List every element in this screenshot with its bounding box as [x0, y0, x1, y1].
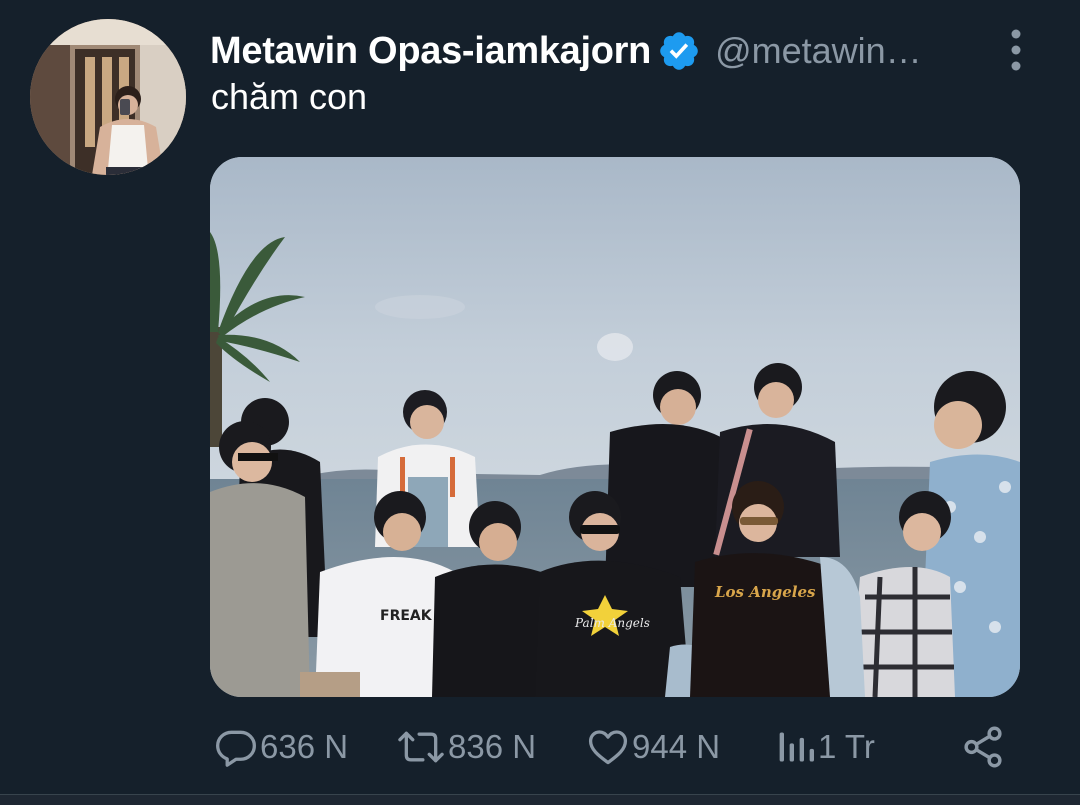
user-handle[interactable]: @metawin…: [715, 30, 922, 72]
reply-icon: [216, 730, 256, 767]
freak-print: FREAK: [380, 608, 433, 624]
share-button[interactable]: [960, 722, 1006, 772]
verified-badge-icon: [660, 32, 698, 70]
like-count: 944 N: [632, 728, 721, 765]
tweet[interactable]: Metawin Opas-iamkajorn @metawin… chăm co…: [0, 0, 1080, 805]
views-button[interactable]: 1 Tr: [776, 722, 875, 772]
retweet-count: 836 N: [448, 728, 537, 765]
tweet-media[interactable]: FREAK Palm Angels Los Angeles: [210, 157, 1020, 697]
heart-icon: [588, 730, 628, 765]
palm-angels-print: Palm Angels: [574, 616, 650, 630]
more-vertical-icon[interactable]: [1004, 28, 1028, 72]
tweet-text: chăm con: [211, 76, 368, 117]
retweet-icon: [398, 731, 444, 763]
divider: [0, 794, 1080, 805]
profile-photo: [30, 19, 186, 175]
share-icon: [964, 726, 1002, 768]
reply-button[interactable]: 636 N: [214, 722, 348, 772]
tweet-header: Metawin Opas-iamkajorn @metawin…: [210, 26, 1040, 76]
avatar[interactable]: [30, 19, 186, 175]
views-chart-icon: [779, 732, 814, 762]
display-name[interactable]: Metawin Opas-iamkajorn: [210, 30, 651, 73]
like-button[interactable]: 944 N: [586, 722, 720, 772]
group-photo: FREAK Palm Angels Los Angeles: [210, 157, 1020, 697]
views-count: 1 Tr: [818, 728, 875, 765]
retweet-button[interactable]: 836 N: [396, 722, 536, 772]
reply-count: 636 N: [260, 728, 349, 765]
los-angeles-print: Los Angeles: [714, 583, 816, 601]
tweet-actions: 636 N 836 N 944 N 1 Tr: [210, 722, 1020, 772]
